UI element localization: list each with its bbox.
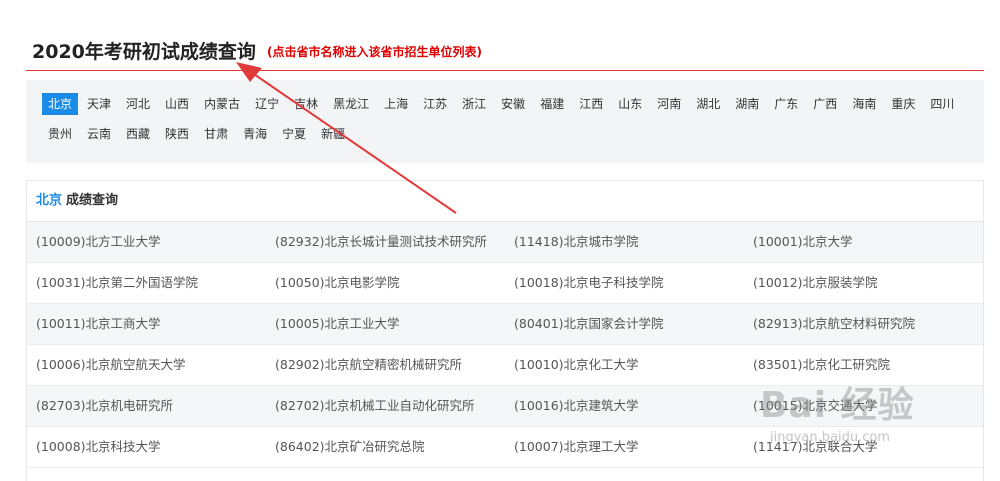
institution-link[interactable]: (80401)北京国家会计学院 (505, 304, 744, 344)
province-link[interactable]: 江西 (573, 93, 609, 115)
province-link[interactable]: 上海 (378, 93, 414, 115)
province-link[interactable]: 海南 (846, 93, 882, 115)
province-link[interactable]: 青海 (237, 123, 273, 145)
province-link[interactable]: 内蒙古 (198, 93, 246, 115)
institution-link[interactable]: (10016)北京建筑大学 (505, 386, 744, 426)
institution-table: (10009)北方工业大学 (82932)北京长城计量测试技术研究所 (11418)… (27, 222, 983, 468)
results-province-link[interactable]: 北京 (36, 193, 62, 208)
page-header: 2020年考研初试成绩查询 (点击省市名称进入该省市招生单位列表) (26, 30, 984, 71)
province-row-2: 贵州 云南 西藏 陕西 甘肃 青海 宁夏 新疆 (42, 123, 354, 145)
table-row: (10011)北京工商大学 (10005)北京工业大学 (80401)北京国家会计学… (27, 304, 983, 345)
institution-link[interactable]: (10009)北方工业大学 (27, 222, 266, 262)
province-link[interactable]: 四川 (924, 93, 960, 115)
province-link[interactable]: 陕西 (159, 123, 195, 145)
institution-link[interactable]: (82702)北京机械工业自动化研究所 (266, 386, 505, 426)
province-link[interactable]: 湖南 (729, 93, 765, 115)
province-link[interactable]: 黑龙江 (327, 93, 375, 115)
institution-link[interactable]: (82913)北京航空材料研究院 (744, 304, 983, 344)
province-link[interactable]: 云南 (81, 123, 117, 145)
province-link[interactable]: 甘肃 (198, 123, 234, 145)
province-selector: 北京 天津 河北 山西 内蒙古 辽宁 吉林 黑龙江 上海 江苏 浙江 安徽 福建 江西 山东 河南 湖北 湖南 广东… (26, 80, 984, 163)
institution-link[interactable]: (11418)北京城市学院 (505, 222, 744, 262)
institution-link[interactable]: (10005)北京工业大学 (266, 304, 505, 344)
institution-link[interactable]: (10050)北京电影学院 (266, 263, 505, 303)
results-panel: 北京 成绩查询 (10009)北方工业大学 (82932)北京长城计量测试技术研究所… (26, 180, 984, 481)
institution-link[interactable]: (10015)北京交通大学 (744, 386, 983, 426)
institution-link[interactable]: (82932)北京长城计量测试技术研究所 (266, 222, 505, 262)
province-link[interactable]: 吉林 (288, 93, 324, 115)
institution-link[interactable]: (10012)北京服装学院 (744, 263, 983, 303)
province-link[interactable]: 西藏 (120, 123, 156, 145)
province-link[interactable]: 广东 (768, 93, 804, 115)
results-heading-text: 成绩查询 (66, 193, 119, 208)
province-link[interactable]: 浙江 (456, 93, 492, 115)
institution-link[interactable]: (10001)北京大学 (744, 222, 983, 262)
province-link[interactable]: 福建 (534, 93, 570, 115)
province-link[interactable]: 宁夏 (276, 123, 312, 145)
table-row: (10009)北方工业大学 (82932)北京长城计量测试技术研究所 (11418)… (27, 222, 983, 263)
province-link[interactable]: 河南 (651, 93, 687, 115)
institution-link[interactable]: (10031)北京第二外国语学院 (27, 263, 266, 303)
province-link[interactable]: 新疆 (315, 123, 351, 145)
province-link[interactable]: 河北 (120, 93, 156, 115)
institution-link[interactable]: (10011)北京工商大学 (27, 304, 266, 344)
province-link[interactable]: 广西 (807, 93, 843, 115)
table-row: (10031)北京第二外国语学院 (10050)北京电影学院 (10018)北京电子… (27, 263, 983, 304)
institution-link[interactable]: (10010)北京化工大学 (505, 345, 744, 385)
province-link[interactable]: 重庆 (885, 93, 921, 115)
province-link[interactable]: 山东 (612, 93, 648, 115)
institution-link[interactable]: (11417)北京联合大学 (744, 427, 983, 467)
institution-link[interactable]: (10007)北京理工大学 (505, 427, 744, 467)
province-link[interactable]: 江苏 (417, 93, 453, 115)
institution-link[interactable]: (82902)北京航空精密机械研究所 (266, 345, 505, 385)
province-link[interactable]: 北京 (42, 93, 79, 115)
province-link[interactable]: 辽宁 (249, 93, 285, 115)
results-heading: 北京 成绩查询 (27, 181, 983, 222)
table-row: (10008)北京科技大学 (86402)北京矿冶研究总院 (10007)北京理工大… (27, 427, 983, 468)
institution-link[interactable]: (10006)北京航空航天大学 (27, 345, 266, 385)
institution-link[interactable]: (82703)北京机电研究所 (27, 386, 266, 426)
page-hint: (点击省市名称进入该省市招生单位列表) (267, 45, 482, 59)
table-row: (10006)北京航空航天大学 (82902)北京航空精密机械研究所 (10010)… (27, 345, 983, 386)
province-link[interactable]: 湖北 (690, 93, 726, 115)
province-link[interactable]: 天津 (81, 93, 117, 115)
institution-link[interactable]: (86402)北京矿冶研究总院 (266, 427, 505, 467)
table-row: (82703)北京机电研究所 (82702)北京机械工业自动化研究所 (10016)… (27, 386, 983, 427)
province-link[interactable]: 安徽 (495, 93, 531, 115)
province-link[interactable]: 山西 (159, 93, 195, 115)
institution-link[interactable]: (10008)北京科技大学 (27, 427, 266, 467)
institution-link[interactable]: (83501)北京化工研究院 (744, 345, 983, 385)
province-row-1: 北京 天津 河北 山西 内蒙古 辽宁 吉林 黑龙江 上海 江苏 浙江 安徽 福建 江西 山东 河南 湖北 湖南 广东… (42, 93, 963, 115)
institution-link[interactable]: (10018)北京电子科技学院 (505, 263, 744, 303)
page-title: 2020年考研初试成绩查询 (32, 41, 256, 63)
province-link[interactable]: 贵州 (42, 123, 78, 145)
